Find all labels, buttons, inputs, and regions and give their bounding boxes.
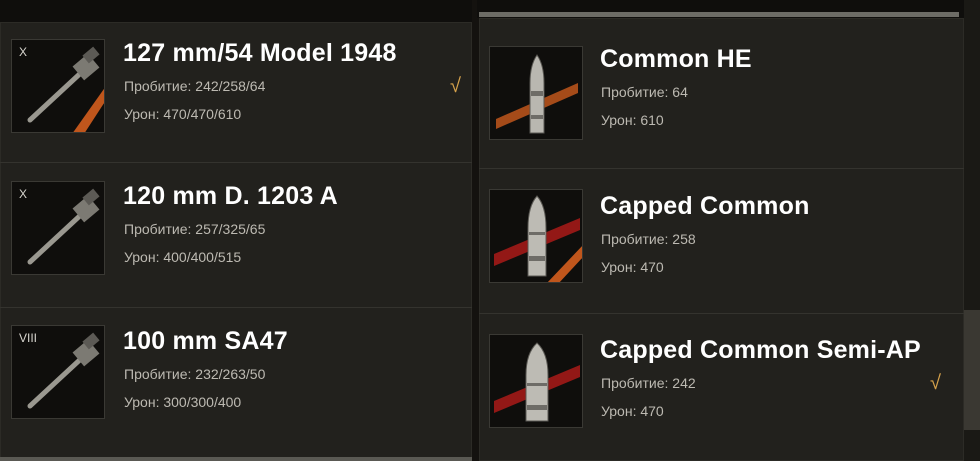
top-backdrop-right	[477, 0, 980, 18]
background-rock	[964, 310, 980, 430]
damage-stat: Урон: 470	[601, 403, 664, 419]
gun-list-panel: X 127 mm/54 Model 1948 Пробитие: 242/258…	[0, 22, 472, 459]
gun-row[interactable]: VIII 100 mm SA47 Пробитие: 232/263/50 Ур…	[0, 308, 472, 458]
damage-stat: Урон: 470	[601, 259, 664, 275]
penetration-stat: Пробитие: 257/325/65	[124, 221, 266, 237]
penetration-stat: Пробитие: 258	[601, 231, 696, 247]
penetration-stat: Пробитие: 242/258/64	[124, 78, 266, 94]
tier-label: X	[19, 187, 28, 201]
panel-top-highlight	[479, 12, 959, 17]
shell-row[interactable]: Common HE Пробитие: 64 Урон: 610	[479, 18, 964, 161]
gun-name: 100 mm SA47	[123, 327, 288, 355]
damage-stat: Урон: 400/400/515	[124, 249, 242, 265]
shell-thumbnail	[489, 46, 583, 140]
damage-stat: Урон: 470/470/610	[124, 106, 242, 122]
shell-name: Capped Common	[600, 192, 810, 220]
gun-thumbnail: VIII	[11, 325, 105, 419]
penetration-stat: Пробитие: 232/263/50	[124, 366, 266, 382]
gun-thumbnail: X	[11, 181, 105, 275]
ap-shell-icon	[494, 195, 582, 282]
gun-thumbnail: X	[11, 39, 105, 133]
damage-stat: Урон: 610	[601, 112, 664, 128]
shell-list-panel: Common HE Пробитие: 64 Урон: 610 Capped …	[479, 18, 964, 461]
shell-name: Capped Common Semi-AP	[600, 336, 921, 364]
tier-label: VIII	[19, 331, 38, 345]
selected-checkmark-icon: √	[930, 372, 941, 394]
shell-name: Common HE	[600, 45, 752, 73]
sap-shell-icon	[494, 342, 580, 422]
gun-name: 127 mm/54 Model 1948	[123, 39, 397, 67]
shell-row[interactable]: Capped Common Semi-AP Пробитие: 242 Урон…	[479, 314, 964, 461]
tier-label: X	[19, 45, 28, 59]
top-backdrop-left	[0, 0, 472, 22]
gun-row[interactable]: X 120 mm D. 1203 A Пробитие: 257/325/65 …	[0, 163, 472, 307]
shell-thumbnail	[489, 189, 583, 283]
penetration-stat: Пробитие: 64	[601, 84, 688, 100]
gun-row[interactable]: X 127 mm/54 Model 1948 Пробитие: 242/258…	[0, 22, 472, 162]
shell-row[interactable]: Capped Common Пробитие: 258 Урон: 470	[479, 169, 964, 313]
gun-name: 120 mm D. 1203 A	[123, 182, 338, 210]
damage-stat: Урон: 300/300/400	[124, 394, 242, 410]
background-edge	[964, 0, 980, 461]
panel-bottom-line	[0, 457, 472, 461]
he-shell-icon	[496, 54, 578, 134]
penetration-stat: Пробитие: 242	[601, 375, 696, 391]
selected-checkmark-icon: √	[450, 75, 461, 97]
shell-thumbnail	[489, 334, 583, 428]
